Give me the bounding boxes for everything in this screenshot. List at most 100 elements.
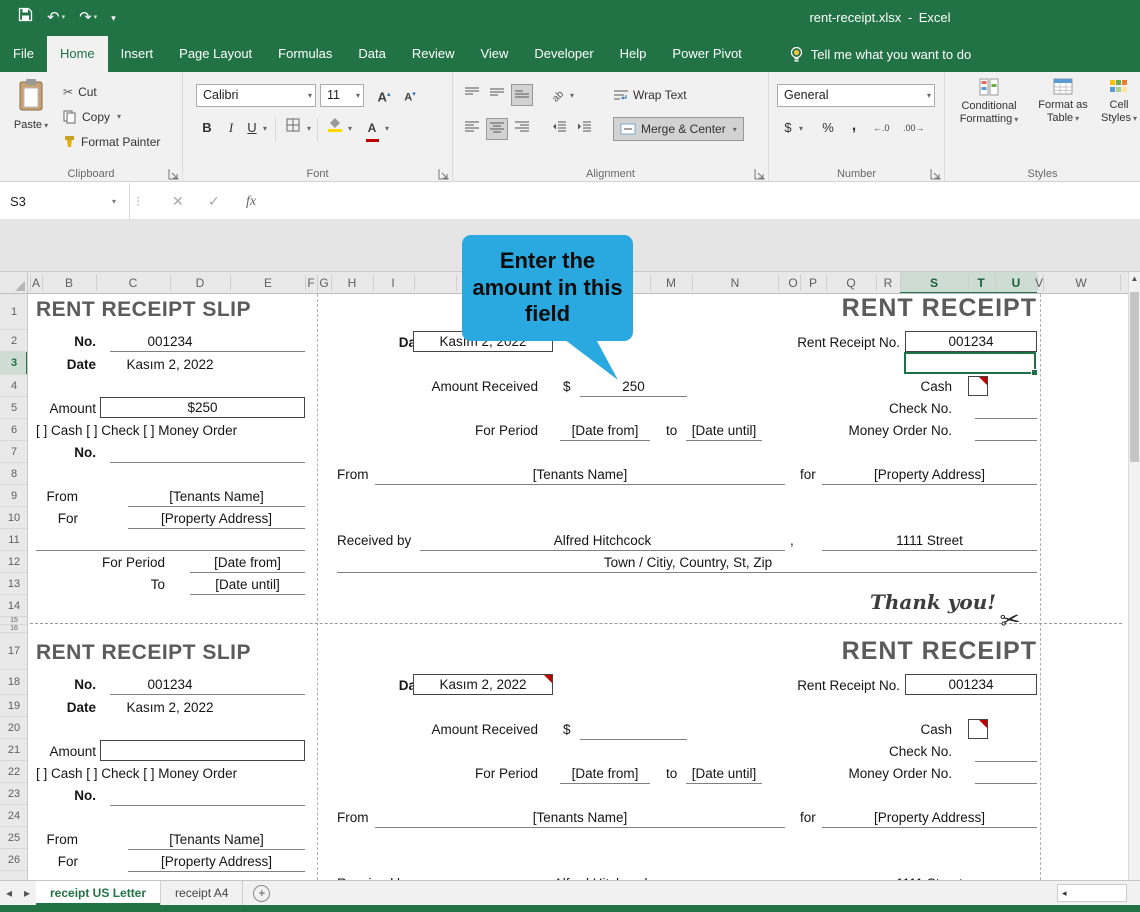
borders-button[interactable]: [282, 117, 304, 139]
comma-mark[interactable]: ,: [790, 875, 794, 880]
for-word[interactable]: for: [800, 809, 816, 827]
ribbon-tab-help[interactable]: Help: [607, 36, 660, 72]
slip-period-value[interactable]: [Date from]: [190, 554, 305, 572]
name-box[interactable]: S3 ▾: [0, 183, 130, 220]
mid-tenants-value[interactable]: [Tenants Name]: [375, 809, 785, 827]
slip-pay-options[interactable]: [ ] Cash [ ] Check [ ] Money Order: [36, 765, 308, 783]
underline-button[interactable]: U: [241, 117, 263, 139]
cash-checkbox[interactable]: [968, 376, 988, 396]
percent-style-button[interactable]: %: [817, 117, 839, 139]
mid-date-until-value[interactable]: [Date until]: [686, 422, 762, 440]
column-header-P[interactable]: P: [802, 272, 824, 293]
format-as-table-button[interactable]: Format as Table ▾: [1033, 78, 1093, 125]
font-color-button[interactable]: A: [361, 117, 383, 142]
row-header-21[interactable]: 21: [0, 739, 27, 761]
receipt-no-box[interactable]: 001234: [905, 674, 1037, 695]
column-header-A[interactable]: A: [28, 272, 47, 293]
slip-from-label[interactable]: From: [28, 488, 79, 506]
comma-mark[interactable]: ,: [790, 532, 794, 550]
slip-no-label[interactable]: No.: [58, 676, 96, 694]
row-header-2[interactable]: 2: [0, 330, 27, 352]
column-header-H[interactable]: H: [341, 272, 363, 293]
italic-button[interactable]: I: [220, 117, 242, 139]
column-header-R[interactable]: R: [877, 272, 899, 293]
font-size-combo[interactable]: 11 ▾: [320, 84, 364, 107]
row-header-24[interactable]: 24: [0, 805, 27, 827]
slip-amount-box[interactable]: [100, 740, 305, 761]
mid-amount-received-label[interactable]: Amount Received: [388, 378, 538, 396]
merge-center-button[interactable]: Merge & Center ▾: [613, 117, 744, 141]
row-header-26[interactable]: 26: [0, 849, 27, 871]
grow-font-button[interactable]: A▴: [373, 84, 395, 106]
column-header-V[interactable]: V: [1028, 272, 1050, 293]
increase-indent-button[interactable]: [573, 118, 595, 140]
slip-to-label[interactable]: To: [115, 576, 165, 594]
sheet-nav-right[interactable]: ▸: [18, 881, 36, 905]
qat-customize-button[interactable]: ▾: [111, 0, 116, 36]
copy-button[interactable]: Copy ▾: [60, 104, 163, 129]
format-painter-button[interactable]: Format Painter: [60, 129, 163, 154]
column-header-M[interactable]: M: [660, 272, 682, 293]
row-header-3[interactable]: 3: [0, 352, 27, 375]
decrease-decimal-button[interactable]: .00→: [903, 118, 925, 138]
horizontal-scrollbar[interactable]: ◂: [1057, 884, 1127, 902]
slip-date-value[interactable]: Kasım 2, 2022: [110, 699, 230, 717]
row-header-19[interactable]: 19: [0, 695, 27, 717]
mid-tenants-value[interactable]: [Tenants Name]: [375, 466, 785, 484]
slip-no-label[interactable]: No.: [58, 333, 96, 351]
row-header-17[interactable]: 17: [0, 633, 27, 670]
slip-amount-label[interactable]: Amount: [38, 743, 96, 761]
mid-date-from-value[interactable]: [Date from]: [560, 422, 650, 440]
column-header-N[interactable]: N: [724, 272, 746, 293]
receipt-no-label[interactable]: Rent Receipt No.: [770, 677, 900, 695]
slip-date-label[interactable]: Date: [48, 356, 96, 374]
mid-period-label[interactable]: For Period: [388, 422, 538, 440]
row-header-5[interactable]: 5: [0, 397, 27, 419]
cash-label[interactable]: Cash: [852, 721, 952, 739]
cash-checkbox[interactable]: [968, 719, 988, 739]
mid-amount-received-label[interactable]: Amount Received: [388, 721, 538, 739]
received-by-value[interactable]: Alfred Hitchcock: [420, 532, 785, 550]
row-header-16[interactable]: 16: [0, 625, 27, 633]
sheet-tab-receipt-us-letter[interactable]: receipt US Letter: [36, 881, 162, 905]
for-word[interactable]: for: [800, 466, 816, 484]
column-header-I[interactable]: I: [382, 272, 404, 293]
ribbon-tab-home[interactable]: Home: [46, 36, 108, 72]
tell-me-box[interactable]: Tell me what you want to do: [789, 36, 971, 72]
slip-amount-box[interactable]: $250: [100, 397, 305, 418]
check-no-label[interactable]: Check No.: [832, 743, 952, 761]
received-by-label[interactable]: Received by: [337, 875, 411, 880]
row-header-10[interactable]: 10: [0, 507, 27, 529]
check-no-label[interactable]: Check No.: [832, 400, 952, 418]
row-header-22[interactable]: 22: [0, 761, 27, 783]
accounting-format-button[interactable]: $: [779, 117, 797, 139]
slip-pay-options[interactable]: [ ] Cash [ ] Check [ ] Money Order: [36, 422, 308, 440]
sheet-grid[interactable]: ✂ RENT RECEIPT SLIP No. 001234 Date Kası…: [28, 294, 1128, 880]
mid-amount-value[interactable]: [580, 721, 687, 739]
mid-to-word[interactable]: to: [666, 765, 677, 783]
slip-no-value[interactable]: 001234: [110, 333, 230, 351]
received-by-value[interactable]: Alfred Hitchcock: [420, 875, 785, 880]
enter-button[interactable]: ✓: [208, 183, 220, 220]
slip-from-value[interactable]: [Tenants Name]: [128, 831, 305, 849]
property-value[interactable]: [Property Address]: [822, 809, 1037, 827]
cut-button[interactable]: ✂ Cut: [60, 79, 163, 104]
slip-no2-label[interactable]: No.: [58, 444, 96, 462]
formula-input[interactable]: [280, 183, 1140, 220]
bold-button[interactable]: B: [196, 117, 218, 139]
mid-date-box[interactable]: Kasım 2, 2022: [413, 674, 553, 695]
slip-for-value[interactable]: [Property Address]: [128, 853, 305, 871]
receipt-no-box[interactable]: 001234: [905, 331, 1037, 352]
row-header-13[interactable]: 13: [0, 573, 27, 595]
bottom-align-button[interactable]: [511, 84, 533, 106]
slip-amount-label[interactable]: Amount: [38, 400, 96, 418]
column-header-O[interactable]: O: [782, 272, 804, 293]
row-header-20[interactable]: 20: [0, 717, 27, 739]
row-header-6[interactable]: 6: [0, 419, 27, 441]
row-header-9[interactable]: 9: [0, 485, 27, 507]
column-header-D[interactable]: D: [189, 272, 211, 293]
clipboard-dialog-launcher[interactable]: [168, 167, 179, 180]
row-header-14[interactable]: 14: [0, 595, 27, 617]
increase-decimal-button[interactable]: ←.0: [873, 118, 890, 138]
received-by-label[interactable]: Received by: [337, 532, 411, 550]
